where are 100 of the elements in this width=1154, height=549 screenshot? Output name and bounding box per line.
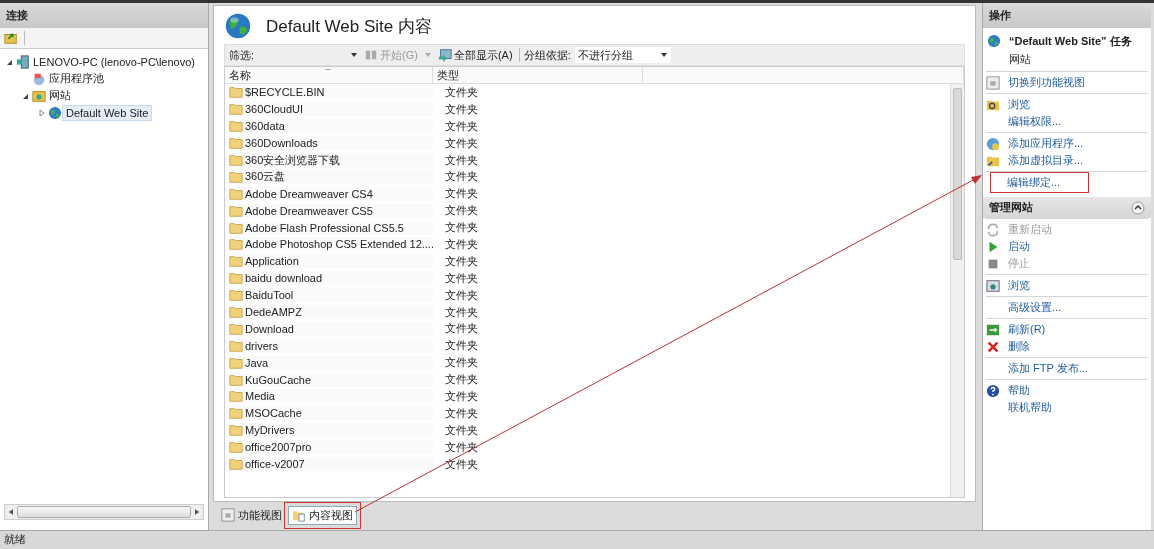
file-type: 文件夹 (445, 287, 478, 303)
globe-icon (224, 12, 252, 40)
folder-icon (229, 406, 243, 421)
folder-icon (229, 321, 243, 336)
globe-icon (986, 136, 1000, 151)
file-name[interactable]: 360云盘 (245, 169, 286, 185)
column-header[interactable]: 名称 (225, 67, 433, 83)
action-link[interactable]: 浏览 (1006, 277, 1032, 294)
file-type: 文件夹 (445, 270, 478, 286)
folder-icon (229, 237, 243, 252)
file-type: 文件夹 (445, 456, 478, 472)
file-type: 文件夹 (445, 84, 478, 100)
help-icon (986, 383, 1000, 398)
refresh-icon (986, 322, 1000, 337)
action-link[interactable]: 编辑权限... (1006, 113, 1064, 130)
folder-icon (229, 305, 243, 319)
pool-icon (32, 71, 46, 86)
restart-icon (986, 222, 1000, 237)
panel-title: 操作 (983, 3, 1151, 28)
action-link[interactable]: 联机帮助 (1006, 399, 1054, 416)
folder-icon (32, 88, 46, 103)
binoculars-icon (364, 48, 379, 62)
action-link[interactable]: 高级设置... (1006, 299, 1064, 316)
file-type: 文件夹 (445, 422, 478, 438)
file-type: 文件夹 (445, 152, 478, 168)
folder-icon (229, 169, 243, 184)
file-name[interactable]: Media (245, 390, 275, 403)
tree-item[interactable]: 应用程序池 (46, 70, 107, 87)
column-header[interactable]: 类型 (433, 67, 643, 83)
task-title: “Default Web Site” 任务 (1009, 34, 1132, 49)
show-all-button[interactable]: 全部显示(A) (435, 47, 515, 63)
file-name[interactable]: Java (245, 356, 269, 369)
file-type: 文件夹 (445, 220, 478, 236)
file-type: 文件夹 (445, 101, 478, 117)
collapse-button[interactable] (1131, 200, 1145, 215)
group-by-dropdown[interactable]: 不进行分组 (574, 47, 671, 63)
folder-icon (229, 203, 243, 218)
file-type: 文件夹 (445, 169, 478, 185)
delete-icon (986, 339, 1000, 354)
dropdown-arrow-icon[interactable] (350, 51, 359, 59)
file-type: 文件夹 (445, 338, 478, 354)
status-text: 就绪 (0, 530, 1154, 549)
folder-icon (229, 355, 243, 370)
file-type: 文件夹 (445, 203, 478, 219)
file-type: 文件夹 (445, 236, 478, 252)
action-link[interactable]: 添加虚拟目录... (1006, 152, 1086, 169)
action-link[interactable]: 添加 FTP 发布... (1006, 360, 1090, 377)
tree-item[interactable]: Default Web Site (62, 104, 153, 121)
folder-icon (229, 271, 243, 286)
file-type: 文件夹 (445, 355, 478, 371)
file-name[interactable]: 360data (245, 120, 285, 133)
action-link[interactable]: 删除 (1006, 338, 1032, 355)
action-link[interactable]: 编辑绑定... (990, 172, 1090, 193)
folder-icon (229, 440, 243, 455)
folder-icon (229, 136, 243, 151)
file-type: 文件夹 (445, 118, 478, 134)
computer-icon (16, 54, 30, 69)
folder-icon (229, 119, 243, 134)
action-link[interactable]: 添加应用程序... (1006, 135, 1086, 152)
group-by-label: 分组依据: (523, 47, 571, 63)
folder-icon (229, 372, 243, 387)
folder-icon (229, 186, 243, 201)
action-link[interactable]: 刷新(R) (1006, 321, 1048, 338)
file-type: 文件夹 (445, 135, 478, 151)
globe-icon (48, 105, 62, 120)
file-type: 文件夹 (445, 186, 478, 202)
page-title: Default Web Site 内容 (266, 15, 432, 38)
folder-icon (229, 220, 243, 235)
tree-item[interactable]: LENOVO-PC (lenovo-PC\lenovo) (30, 54, 198, 69)
browser-window-icon (986, 278, 1000, 293)
action-link[interactable]: 浏览 (1006, 96, 1032, 113)
file-type: 文件夹 (445, 405, 478, 421)
connect-icon[interactable] (4, 31, 18, 45)
horizontal-scrollbar[interactable] (4, 504, 204, 520)
action-link[interactable]: 帮助 (1006, 382, 1032, 399)
features-view-tab[interactable]: 功能视图 (217, 505, 286, 525)
file-type: 文件夹 (445, 321, 478, 337)
file-type: 文件夹 (445, 372, 478, 388)
scroll-right-icon[interactable] (193, 508, 201, 516)
view-icon (221, 508, 235, 522)
folder-icon (229, 457, 243, 472)
filter-label: 筛选: (229, 47, 255, 63)
dropdown-arrow-icon[interactable] (659, 51, 668, 59)
folder-icon (229, 389, 243, 404)
vertical-scrollbar[interactable] (950, 84, 964, 497)
file-type: 文件夹 (445, 304, 478, 320)
expand-arrow-icon[interactable] (38, 108, 46, 117)
action-link[interactable]: 启动 (1006, 238, 1032, 255)
file-type: 文件夹 (445, 388, 478, 404)
panel-title: 连接 (0, 3, 208, 28)
section-title: 管理网站 (989, 200, 1033, 215)
file-name[interactable]: drivers (245, 339, 278, 352)
action-link[interactable]: 切换到功能视图 (1006, 74, 1087, 91)
scroll-left-icon[interactable] (7, 508, 15, 516)
folder-icon (229, 102, 243, 117)
tree-item[interactable]: 网站 (46, 87, 74, 104)
file-type: 文件夹 (445, 253, 478, 269)
folder-icon (229, 338, 243, 353)
folder-icon (229, 85, 243, 100)
globe-icon (987, 34, 1001, 48)
